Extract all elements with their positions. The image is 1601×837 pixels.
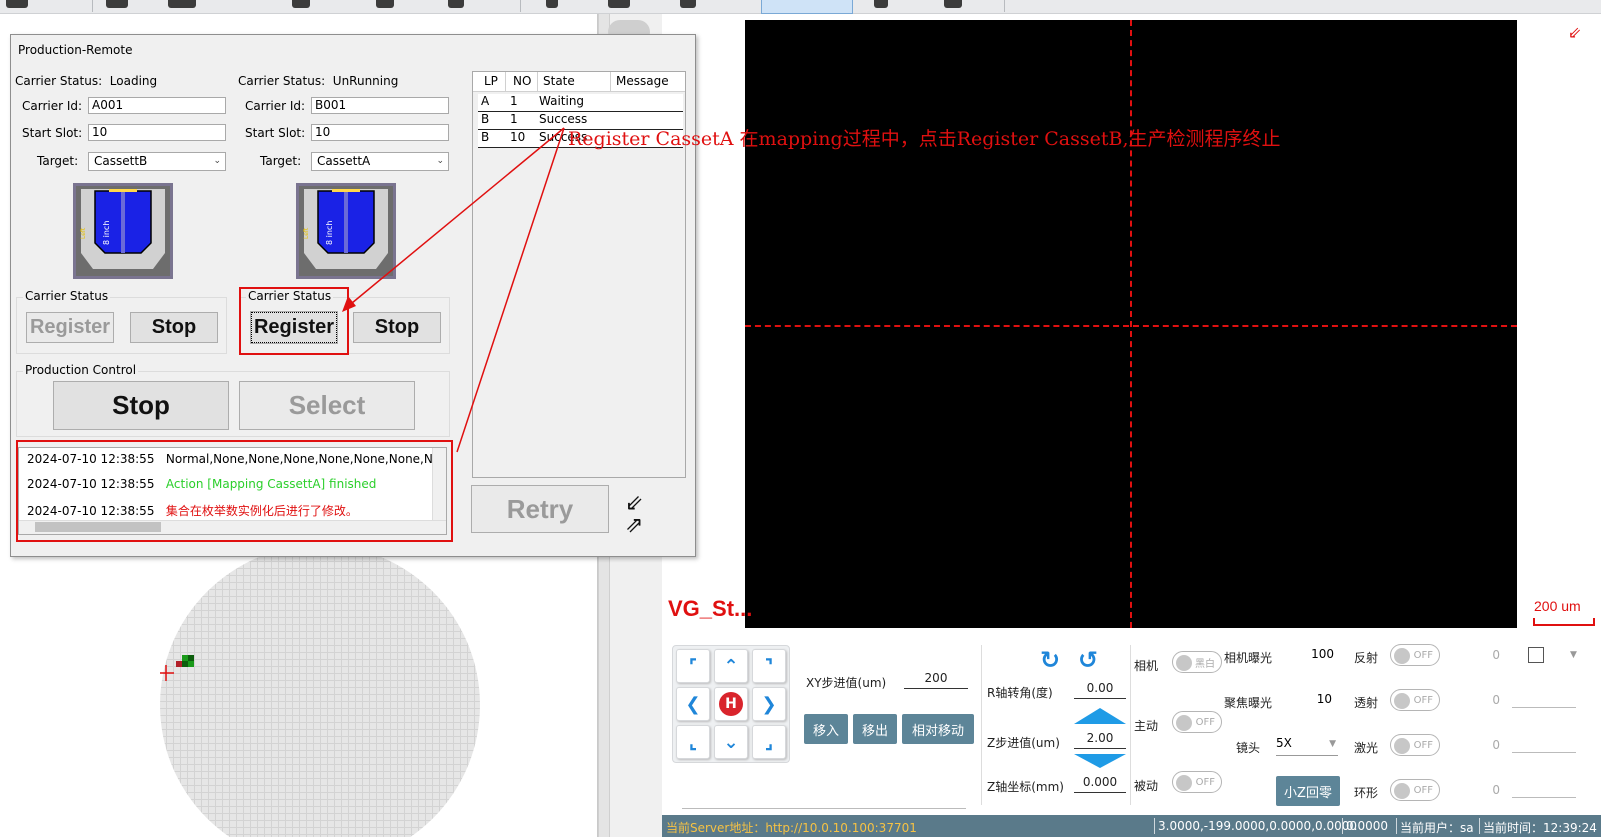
annotation-text: Register CassetA 在mapping过程中，点击Register … (568, 128, 1281, 150)
